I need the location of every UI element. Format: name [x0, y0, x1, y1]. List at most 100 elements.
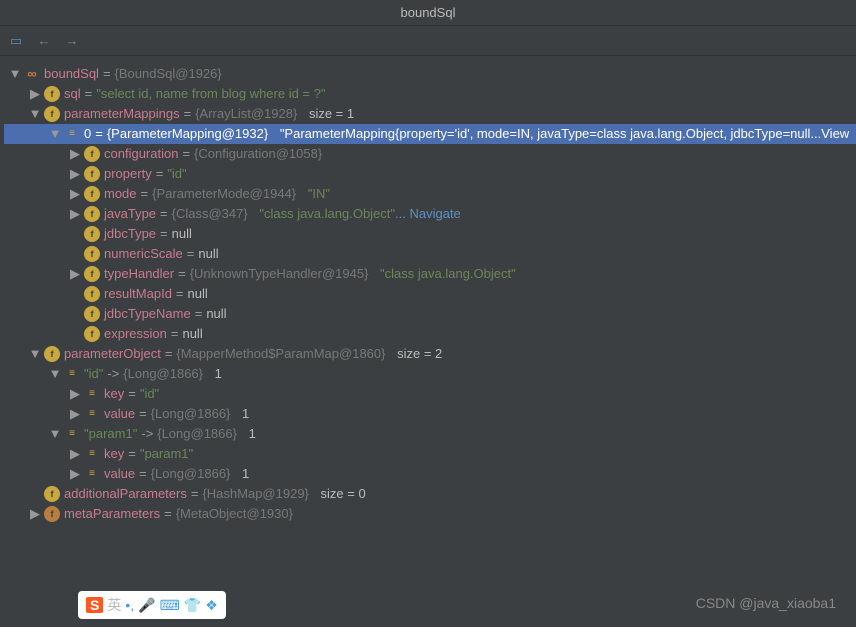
var-value: null: [198, 244, 218, 264]
var-type: {BoundSql@1926}: [115, 64, 222, 84]
tree-row-javaType[interactable]: ▶ f javaType = {Class@347} "class java.l…: [4, 204, 856, 224]
chevron-right-icon[interactable]: ▶: [68, 207, 82, 221]
var-name: resultMapId: [104, 284, 172, 304]
navigate-link[interactable]: ... Navigate: [395, 204, 461, 224]
shirt-icon[interactable]: 👕: [184, 597, 201, 614]
var-name: value: [104, 464, 135, 484]
var-name: key: [104, 384, 124, 404]
var-value: 1: [242, 404, 249, 424]
tree-row-parameterMappings[interactable]: ▼ f parameterMappings = {ArrayList@1928}…: [4, 104, 856, 124]
tree-row-entry-id[interactable]: ▼ ≡ "id" -> {Long@1866} 1: [4, 364, 856, 384]
var-name: expression: [104, 324, 167, 344]
var-value: 1: [215, 364, 222, 384]
var-type: {ParameterMode@1944}: [152, 184, 296, 204]
tree-row-jdbcType[interactable]: ▶ f jdbcType = null: [4, 224, 856, 244]
element-icon: ≡: [84, 466, 100, 482]
var-name: 0: [84, 124, 91, 144]
tree-row-jdbcTypeName[interactable]: ▶ f jdbcTypeName = null: [4, 304, 856, 324]
chevron-down-icon[interactable]: ▼: [8, 67, 22, 81]
forward-arrow-icon[interactable]: →: [64, 33, 80, 49]
var-name: value: [104, 404, 135, 424]
tree-row-mode[interactable]: ▶ f mode = {ParameterMode@1944} "IN": [4, 184, 856, 204]
var-name: property: [104, 164, 152, 184]
tree-row-typeHandler[interactable]: ▶ f typeHandler = {UnknownTypeHandler@19…: [4, 264, 856, 284]
element-icon: ≡: [84, 446, 100, 462]
var-size: size = 1: [309, 104, 354, 124]
tree-row-value-id[interactable]: ▶ ≡ value = {Long@1866} 1: [4, 404, 856, 424]
field-icon: f: [84, 146, 100, 162]
var-name: key: [104, 444, 124, 464]
chevron-right-icon[interactable]: ▶: [68, 407, 82, 421]
var-type: {Configuration@1058}: [194, 144, 322, 164]
var-name: sql: [64, 84, 81, 104]
field-icon: f: [44, 506, 60, 522]
chevron-down-icon[interactable]: ▼: [48, 427, 62, 441]
var-value: "ParameterMapping{property='id', mode=IN…: [280, 124, 821, 144]
toolbox-icon[interactable]: ❖: [205, 597, 218, 614]
keyboard-icon[interactable]: ⌨: [160, 597, 180, 614]
tree-row-key-id[interactable]: ▶ ≡ key = "id": [4, 384, 856, 404]
chevron-down-icon[interactable]: ▼: [28, 347, 42, 361]
variable-tree: ▼ ∞ boundSql = {BoundSql@1926} ▶ f sql =…: [0, 56, 856, 524]
tree-row-parameterObject[interactable]: ▼ f parameterObject = {MapperMethod$Para…: [4, 344, 856, 364]
tree-row-pm0[interactable]: ▼ ≡ 0 = {ParameterMapping@1932} "Paramet…: [4, 124, 856, 144]
chevron-right-icon[interactable]: ▶: [68, 447, 82, 461]
chevron-right-icon[interactable]: ▶: [28, 507, 42, 521]
tree-row-configuration[interactable]: ▶ f configuration = {Configuration@1058}: [4, 144, 856, 164]
var-value: "class java.lang.Object": [259, 204, 395, 224]
var-type: {UnknownTypeHandler@1945}: [190, 264, 369, 284]
watermark: CSDN @java_xiaoba1: [696, 595, 836, 611]
var-type: {Long@1866}: [123, 364, 203, 384]
var-type: {ArrayList@1928}: [195, 104, 297, 124]
ime-taskbar[interactable]: S 英 •, 🎤 ⌨ 👕 ❖: [78, 591, 226, 619]
object-icon: ∞: [24, 66, 40, 82]
var-value: "IN": [308, 184, 330, 204]
var-size: size = 2: [397, 344, 442, 364]
var-name: mode: [104, 184, 137, 204]
var-name: parameterMappings: [64, 104, 180, 124]
tree-row-additionalParameters[interactable]: ▶ f additionalParameters = {HashMap@1929…: [4, 484, 856, 504]
tree-row-resultMapId[interactable]: ▶ f resultMapId = null: [4, 284, 856, 304]
var-type: {HashMap@1929}: [202, 484, 308, 504]
chevron-down-icon[interactable]: ▼: [28, 107, 42, 121]
var-type: {Long@1866}: [151, 404, 231, 424]
tree-row-expression[interactable]: ▶ f expression = null: [4, 324, 856, 344]
var-name: configuration: [104, 144, 178, 164]
var-name: "param1": [84, 424, 137, 444]
element-icon: ≡: [84, 406, 100, 422]
tree-row-sql[interactable]: ▶ f sql = "select id, name from blog whe…: [4, 84, 856, 104]
chevron-right-icon[interactable]: ▶: [68, 387, 82, 401]
tree-row-entry-param1[interactable]: ▼ ≡ "param1" -> {Long@1866} 1: [4, 424, 856, 444]
var-name: "id": [84, 364, 103, 384]
chevron-right-icon[interactable]: ▶: [68, 467, 82, 481]
chevron-right-icon[interactable]: ▶: [68, 267, 82, 281]
chevron-right-icon[interactable]: ▶: [68, 187, 82, 201]
element-icon: ≡: [64, 126, 80, 142]
tree-row-root[interactable]: ▼ ∞ boundSql = {BoundSql@1926}: [4, 64, 856, 84]
layout-icon[interactable]: ▭: [8, 33, 24, 49]
element-icon: ≡: [64, 426, 80, 442]
ime-option-icon[interactable]: •,: [125, 597, 134, 613]
tree-row-key-param1[interactable]: ▶ ≡ key = "param1": [4, 444, 856, 464]
field-icon: f: [84, 186, 100, 202]
chevron-right-icon[interactable]: ▶: [28, 87, 42, 101]
chevron-down-icon[interactable]: ▼: [48, 367, 62, 381]
var-name: additionalParameters: [64, 484, 187, 504]
var-value: "id": [140, 384, 159, 404]
field-icon: f: [84, 226, 100, 242]
chevron-down-icon[interactable]: ▼: [48, 127, 62, 141]
mic-icon[interactable]: 🎤: [138, 597, 155, 614]
chevron-right-icon[interactable]: ▶: [68, 167, 82, 181]
var-value: "param1": [140, 444, 193, 464]
language-indicator[interactable]: 英: [107, 595, 121, 615]
tree-row-numericScale[interactable]: ▶ f numericScale = null: [4, 244, 856, 264]
tree-row-property[interactable]: ▶ f property = "id": [4, 164, 856, 184]
back-arrow-icon[interactable]: ←: [36, 33, 52, 49]
element-icon: ≡: [64, 366, 80, 382]
tree-row-value-param1[interactable]: ▶ ≡ value = {Long@1866} 1: [4, 464, 856, 484]
view-link[interactable]: View: [821, 124, 849, 144]
sogou-icon[interactable]: S: [86, 597, 103, 613]
chevron-right-icon[interactable]: ▶: [68, 147, 82, 161]
toolbar: ▭ ← →: [0, 26, 856, 56]
tree-row-metaParameters[interactable]: ▶ f metaParameters = {MetaObject@1930}: [4, 504, 856, 524]
